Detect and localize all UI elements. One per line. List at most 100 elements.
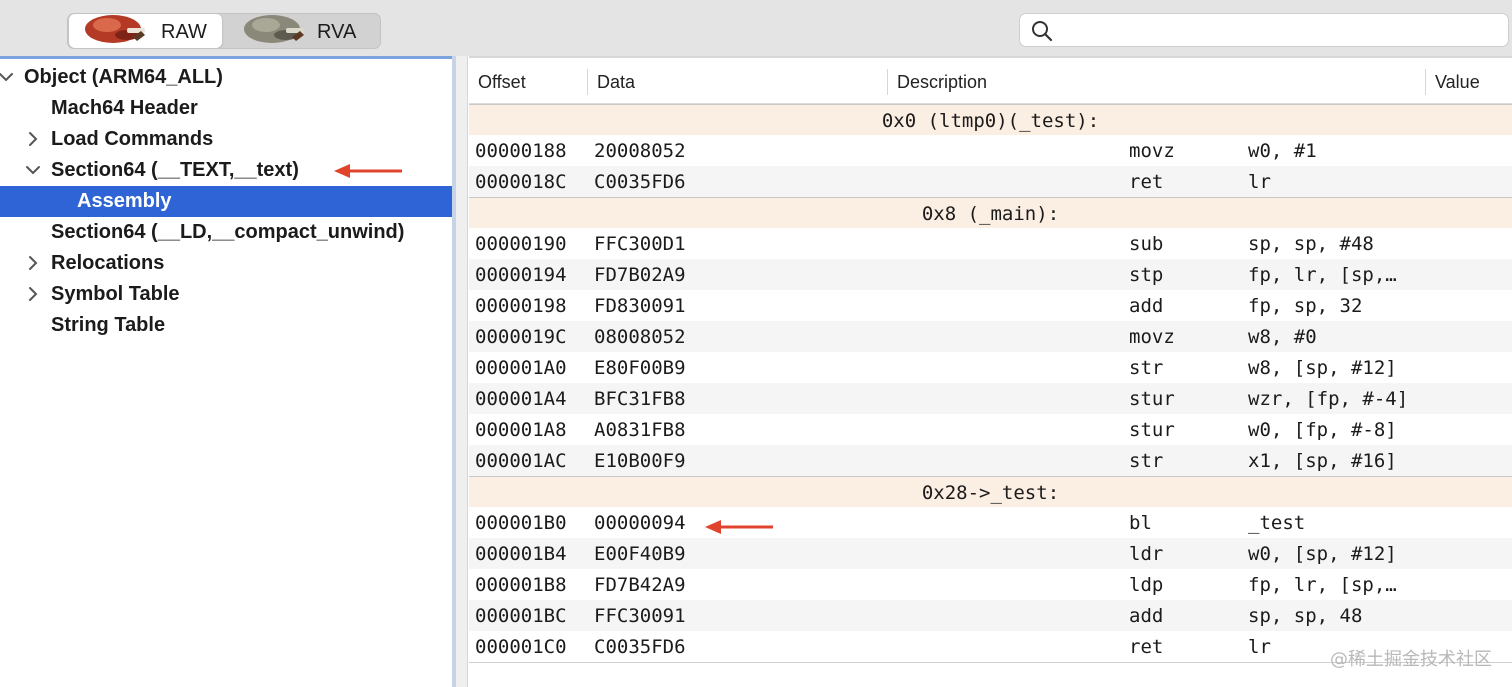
tree-item-label: Relocations: [51, 252, 165, 274]
toolbar: RAW RVA: [0, 0, 1512, 56]
table-row[interactable]: 000001AC E10B00F9 str x1, [sp, #16]: [469, 445, 1512, 476]
column-separator[interactable]: [587, 69, 588, 95]
table-row[interactable]: 00000190 FFC300D1 sub sp, sp, #48: [469, 228, 1512, 259]
mode-segmented-control: RAW RVA: [67, 13, 381, 49]
mnemonic-cell: sub: [1129, 233, 1164, 255]
tree-item-label: Section64 (__LD,__compact_unwind): [51, 221, 405, 243]
mnemonic-cell: bl: [1129, 512, 1152, 534]
mnemonic-cell: movz: [1129, 326, 1175, 348]
offset-cell: 000001B8: [475, 574, 567, 596]
column-header-description[interactable]: Description: [897, 72, 987, 93]
column-separator[interactable]: [1425, 69, 1426, 95]
table-row[interactable]: 000001B8 FD7B42A9 ldp fp, lr, [sp,…: [469, 569, 1512, 600]
data-cell: FFC30091: [594, 605, 686, 627]
watermark: @稀土掘金技术社区: [1330, 649, 1492, 670]
table-row[interactable]: 0000018C C0035FD6 ret lr: [469, 166, 1512, 197]
mnemonic-cell: ret: [1129, 636, 1164, 658]
tree-item[interactable]: Object (ARM64_ALL): [0, 62, 452, 93]
mnemonic-cell: stp: [1129, 264, 1164, 286]
offset-cell: 00000190: [475, 233, 567, 255]
symbol-label-row[interactable]: 0x0 (ltmp0)(_test):: [469, 104, 1512, 135]
table-row[interactable]: 000001B4 E00F40B9 ldr w0, [sp, #12]: [469, 538, 1512, 569]
tree-item[interactable]: Section64 (__LD,__compact_unwind): [0, 217, 452, 248]
table-row[interactable]: 000001B0 00000094 bl _test: [469, 507, 1512, 538]
offset-cell: 000001B0: [475, 512, 567, 534]
raw-mode-button[interactable]: RAW: [69, 14, 222, 48]
symbol-label: 0x8 (_main):: [921, 203, 1060, 225]
data-cell: 20008052: [594, 140, 686, 162]
mnemonic-cell: add: [1129, 605, 1164, 627]
chevron-down-icon[interactable]: [0, 67, 16, 87]
search-field[interactable]: [1019, 13, 1509, 47]
tree-item-label: Load Commands: [51, 128, 214, 150]
tree-item-label: Mach64 Header: [51, 97, 198, 119]
tree-item[interactable]: Load Commands: [0, 124, 452, 155]
symbol-label: 0x0 (ltmp0)(_test):: [881, 110, 1100, 132]
tree-item-label: Section64 (__TEXT,__text): [51, 159, 299, 181]
operands-cell: fp, lr, [sp,…: [1248, 264, 1397, 286]
data-cell: FFC300D1: [594, 233, 686, 255]
offset-cell: 000001B4: [475, 543, 567, 565]
table-row[interactable]: 000001A4 BFC31FB8 stur wzr, [fp, #-4]: [469, 383, 1512, 414]
tree-item[interactable]: String Table: [0, 310, 452, 341]
chevron-right-icon[interactable]: [23, 253, 43, 273]
mnemonic-cell: stur: [1129, 388, 1175, 410]
table-row[interactable]: 0000019C 08008052 movz w8, #0: [469, 321, 1512, 352]
raw-meat-icon: [85, 15, 145, 43]
symbol-label-row[interactable]: 0x28->_test:: [469, 476, 1512, 507]
mnemonic-cell: ldr: [1129, 543, 1164, 565]
table-row[interactable]: 00000198 FD830091 add fp, sp, 32: [469, 290, 1512, 321]
offset-cell: 000001AC: [475, 450, 567, 472]
table-row[interactable]: 000001A0 E80F00B9 str w8, [sp, #12]: [469, 352, 1512, 383]
operands-cell: sp, sp, 48: [1248, 605, 1363, 627]
operands-cell: w8, #0: [1248, 326, 1317, 348]
tree-item[interactable]: Mach64 Header: [0, 93, 452, 124]
mnemonic-cell: ldp: [1129, 574, 1164, 596]
mnemonic-cell: ret: [1129, 171, 1164, 193]
operands-cell: wzr, [fp, #-4]: [1248, 388, 1409, 410]
operands-cell: w0, [fp, #-8]: [1248, 419, 1397, 441]
split-handle[interactable]: [456, 56, 468, 687]
symbol-label-row[interactable]: 0x8 (_main):: [469, 197, 1512, 228]
column-header-data[interactable]: Data: [597, 72, 635, 93]
table-row[interactable]: 000001BC FFC30091 add sp, sp, 48: [469, 600, 1512, 631]
tree-item[interactable]: Relocations: [0, 248, 452, 279]
tree-item-label: Assembly: [77, 190, 172, 212]
data-cell: 00000094: [594, 512, 686, 534]
column-header-offset[interactable]: Offset: [478, 72, 526, 93]
chevron-down-icon[interactable]: [23, 160, 43, 180]
table-row[interactable]: 000001A8 A0831FB8 stur w0, [fp, #-8]: [469, 414, 1512, 445]
data-cell: E10B00F9: [594, 450, 686, 472]
offset-cell: 0000018C: [475, 171, 567, 193]
mnemonic-cell: str: [1129, 450, 1164, 472]
column-separator[interactable]: [887, 69, 888, 95]
data-cell: E80F00B9: [594, 357, 686, 379]
mnemonic-cell: movz: [1129, 140, 1175, 162]
tree-item-label: String Table: [51, 314, 166, 336]
offset-cell: 000001A8: [475, 419, 567, 441]
table-row[interactable]: 00000188 20008052 movz w0, #1: [469, 135, 1512, 166]
operands-cell: w0, [sp, #12]: [1248, 543, 1397, 565]
data-cell: FD7B42A9: [594, 574, 686, 596]
annotation-arrow-bl: [705, 520, 773, 534]
data-cell: BFC31FB8: [594, 388, 686, 410]
annotation-arrow-section: [334, 164, 402, 178]
offset-cell: 0000019C: [475, 326, 567, 348]
tree-item[interactable]: Symbol Table: [0, 279, 452, 310]
operands-cell: lr: [1248, 171, 1271, 193]
offset-cell: 000001C0: [475, 636, 567, 658]
rva-mode-button[interactable]: RVA: [226, 14, 380, 48]
operands-cell: fp, lr, [sp,…: [1248, 574, 1397, 596]
offset-cell: 000001A0: [475, 357, 567, 379]
chevron-right-icon[interactable]: [23, 284, 43, 304]
data-cell: A0831FB8: [594, 419, 686, 441]
table-header: Offset Data Description Value: [469, 58, 1512, 104]
tree-item[interactable]: Assembly: [0, 186, 452, 217]
data-cell: C0035FD6: [594, 171, 686, 193]
operands-cell: x1, [sp, #16]: [1248, 450, 1397, 472]
table-row[interactable]: 00000194 FD7B02A9 stp fp, lr, [sp,…: [469, 259, 1512, 290]
column-header-value[interactable]: Value: [1435, 72, 1480, 93]
chevron-right-icon[interactable]: [23, 129, 43, 149]
offset-cell: 00000188: [475, 140, 567, 162]
tree-item-label: Object (ARM64_ALL): [24, 66, 223, 88]
